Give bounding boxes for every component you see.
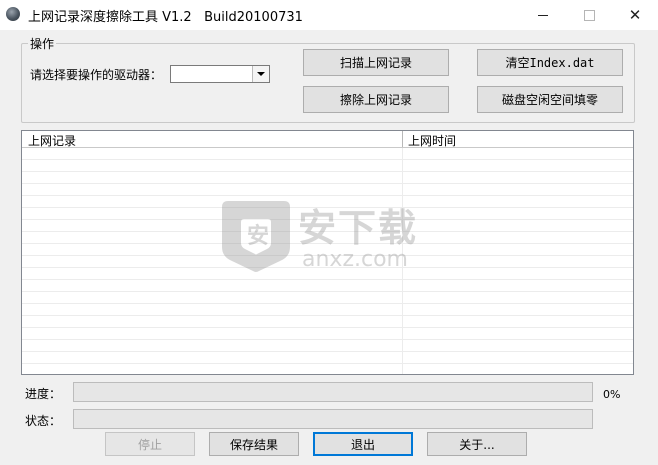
scan-records-button[interactable]: 扫描上网记录 xyxy=(303,49,449,76)
progress-label: 进度： xyxy=(25,387,62,401)
title-bar: 上网记录深度擦除工具 V1.2 Build20100731 ✕ xyxy=(0,0,658,30)
clear-index-dat-button[interactable]: 清空Index.dat xyxy=(477,49,623,76)
records-listview[interactable]: 上网记录 上网时间 xyxy=(21,130,634,375)
stop-button[interactable]: 停止 xyxy=(105,432,195,456)
progress-bar xyxy=(73,382,593,402)
column-divider[interactable] xyxy=(402,131,403,147)
chevron-down-icon xyxy=(257,72,265,76)
about-button[interactable]: 关于... xyxy=(427,432,527,456)
drive-select[interactable] xyxy=(170,65,270,83)
maximize-icon xyxy=(583,9,595,21)
save-results-button[interactable]: 保存结果 xyxy=(209,432,299,456)
status-field xyxy=(73,409,593,429)
clear-index-dat-label: 清空Index.dat xyxy=(505,56,595,70)
window-title: 上网记录深度擦除工具 V1.2 Build20100731 xyxy=(28,10,303,25)
minimize-button[interactable] xyxy=(520,0,566,30)
drive-label: 请选择要操作的驱动器： xyxy=(30,68,163,82)
exit-button[interactable]: 退出 xyxy=(313,432,413,456)
operation-group-legend: 操作 xyxy=(28,35,57,52)
progress-percent: 0% xyxy=(603,388,621,401)
minimize-icon xyxy=(538,14,548,16)
close-button[interactable]: ✕ xyxy=(612,0,658,30)
erase-records-button[interactable]: 擦除上网记录 xyxy=(303,86,449,113)
fill-free-space-zero-button[interactable]: 磁盘空闲空间填零 xyxy=(477,86,623,113)
close-icon: ✕ xyxy=(628,6,642,24)
column-header-record[interactable]: 上网记录 xyxy=(28,132,76,149)
status-label: 状态： xyxy=(25,414,62,428)
listview-body xyxy=(22,148,633,374)
dropdown-arrow-button[interactable] xyxy=(252,66,269,82)
column-grid-line xyxy=(402,148,403,374)
listview-header: 上网记录 上网时间 xyxy=(22,131,633,148)
maximize-button[interactable] xyxy=(566,0,612,30)
app-icon xyxy=(6,7,20,21)
column-header-time[interactable]: 上网时间 xyxy=(408,132,456,149)
